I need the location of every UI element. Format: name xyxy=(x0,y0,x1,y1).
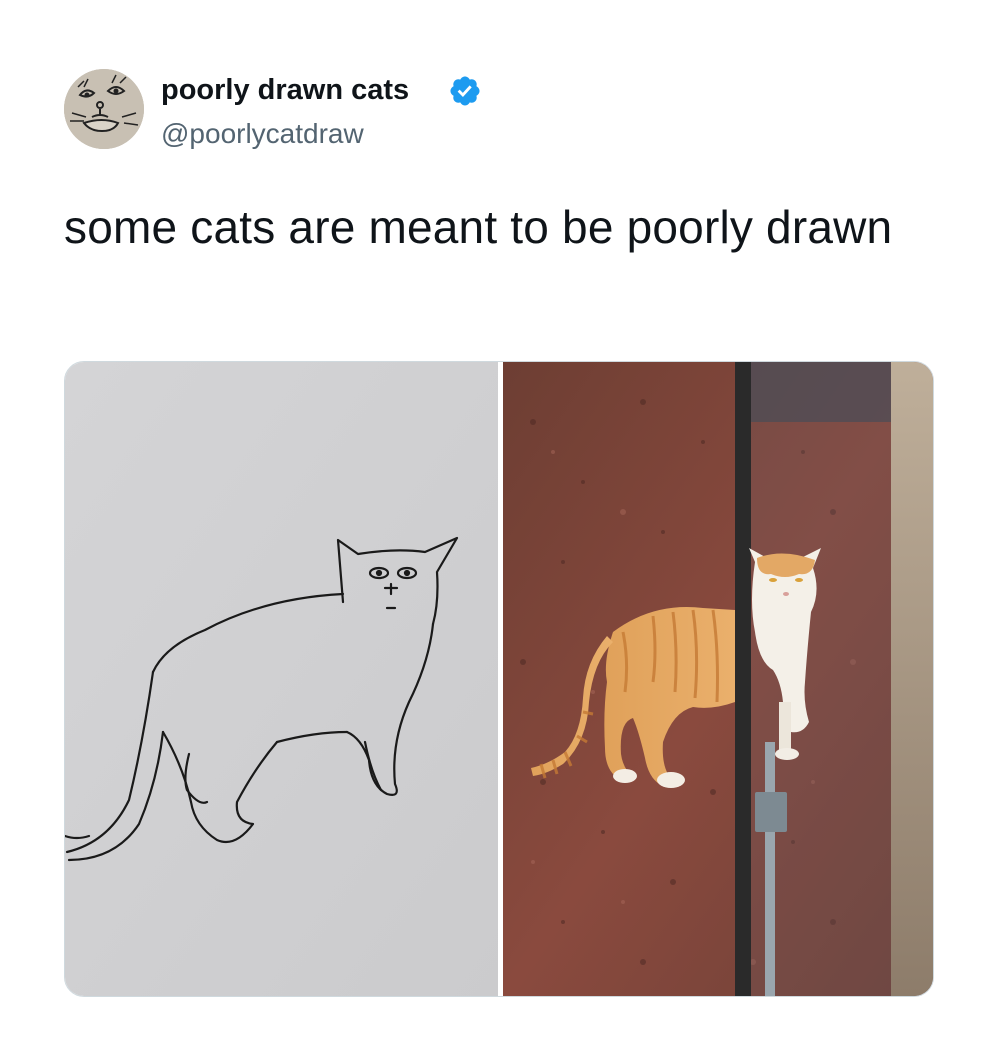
verified-badge-icon xyxy=(448,74,482,108)
author-handle[interactable]: @poorlycatdraw xyxy=(161,117,364,151)
tweet: poorly drawn cats @poorlycatdraw some ca… xyxy=(0,0,996,1060)
cat-line-drawing xyxy=(65,362,498,996)
cat-photo xyxy=(503,362,933,996)
media-image-photo[interactable] xyxy=(503,362,933,996)
avatar[interactable] xyxy=(64,69,144,149)
tweet-text: some cats are meant to be poorly drawn xyxy=(64,201,893,253)
media-grid xyxy=(64,361,934,997)
display-name[interactable]: poorly drawn cats xyxy=(161,72,409,108)
cat-face-avatar-icon xyxy=(64,69,144,149)
media-image-drawing[interactable] xyxy=(65,362,498,996)
